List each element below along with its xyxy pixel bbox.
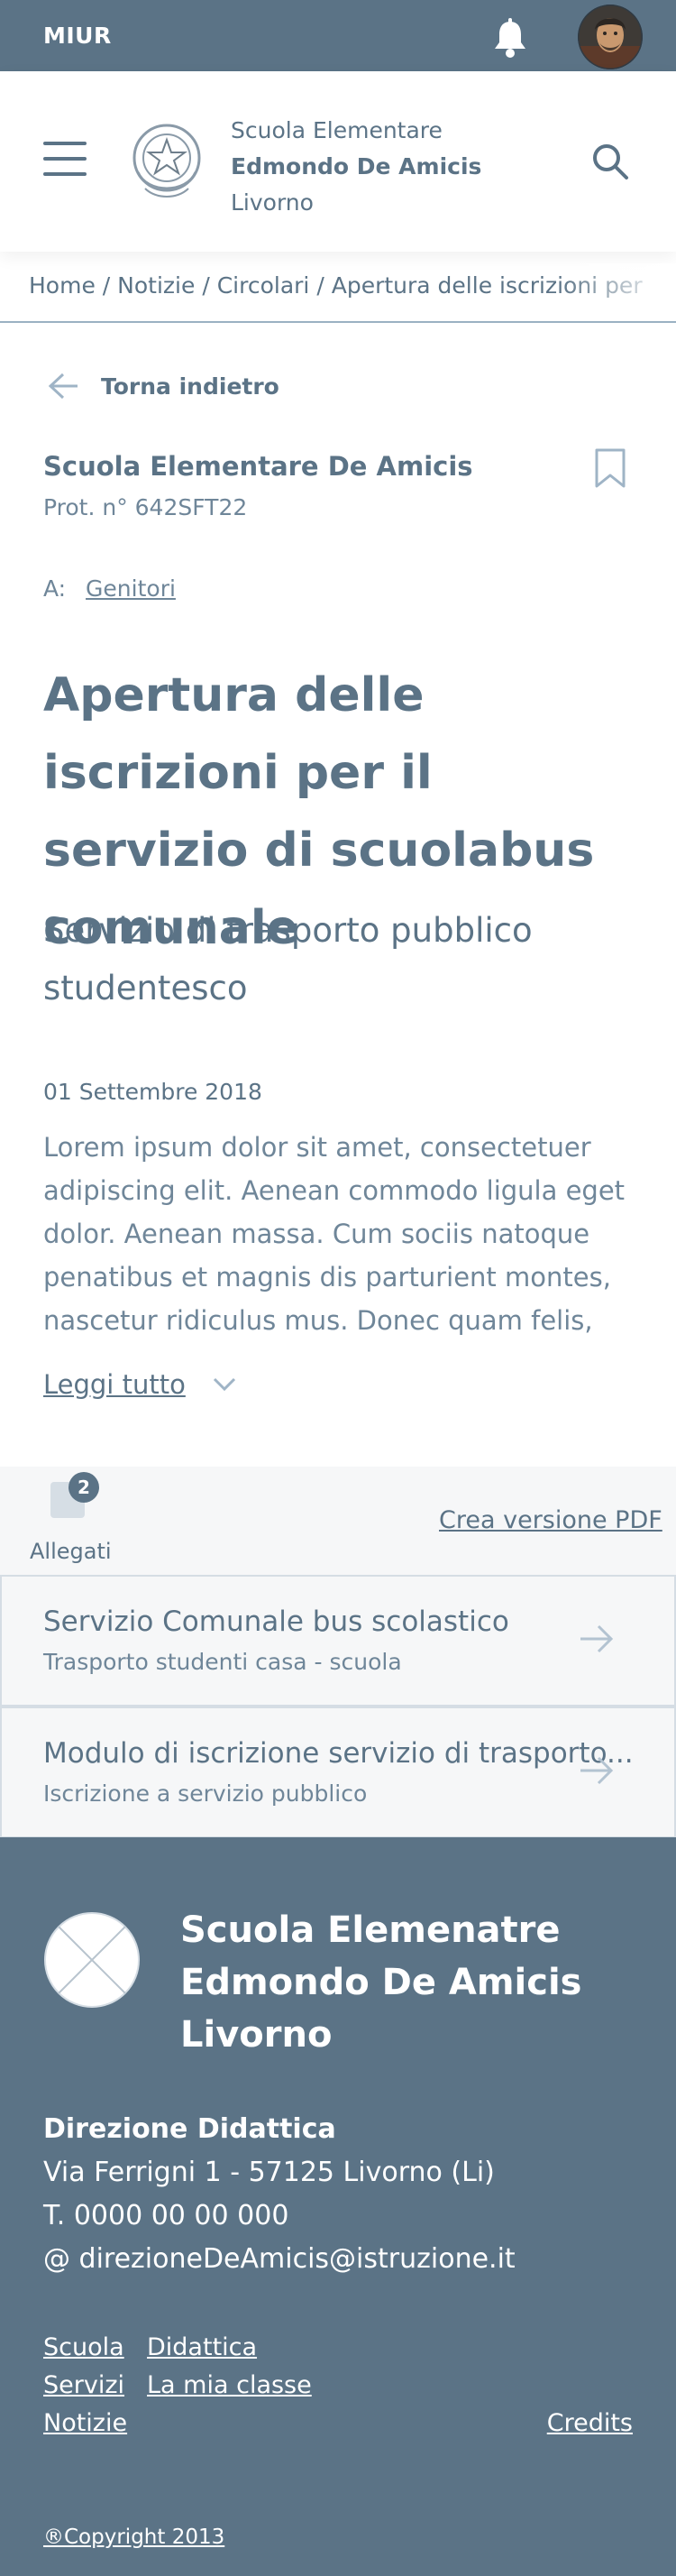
attachment-subtitle: Iscrizione a servizio pubblico bbox=[43, 1780, 368, 1807]
arrow-right-icon bbox=[580, 1624, 614, 1653]
top-bar: MIUR bbox=[0, 0, 676, 71]
arrow-left-icon bbox=[48, 373, 78, 400]
back-label: Torna indietro bbox=[101, 373, 279, 400]
school-name-line2: Edmondo De Amicis bbox=[231, 153, 482, 179]
publication-date: 01 Settembre 2018 bbox=[43, 1079, 262, 1105]
breadcrumb-news[interactable]: Notizie bbox=[117, 272, 195, 299]
recipient-link[interactable]: Genitori bbox=[86, 575, 176, 602]
chevron-down-icon bbox=[213, 1377, 235, 1392]
contacts-phone: T. 0000 00 00 000 bbox=[43, 2200, 289, 2231]
footer-link-servizi[interactable]: Servizi bbox=[43, 2371, 124, 2399]
attachments-count-badge: 2 bbox=[69, 1472, 99, 1503]
school-name-line1: Scuola Elementare bbox=[231, 117, 443, 143]
create-pdf-link[interactable]: Crea versione PDF bbox=[439, 1506, 662, 1534]
breadcrumb-separator: / bbox=[102, 272, 111, 299]
attachment-title: Servizio Comunale bus scolastico bbox=[43, 1605, 509, 1638]
search-icon[interactable] bbox=[590, 142, 630, 181]
breadcrumb-separator: / bbox=[202, 272, 210, 299]
breadcrumb-separator: / bbox=[316, 272, 324, 299]
footer-link-didattica[interactable]: Didattica bbox=[147, 2333, 257, 2361]
copyright-link[interactable]: ®Copyright 2013 bbox=[43, 2525, 224, 2549]
back-link[interactable]: Torna indietro bbox=[47, 372, 279, 400]
republic-emblem bbox=[132, 124, 201, 198]
footer-link-notizie[interactable]: Notizie bbox=[43, 2409, 127, 2437]
brand-label[interactable]: MIUR bbox=[43, 23, 112, 49]
footer-title-line2: Edmondo De Amicis bbox=[180, 1962, 582, 2003]
attachment-subtitle: Trasporto studenti casa - scuola bbox=[43, 1649, 402, 1675]
contacts-heading: Direzione Didattica bbox=[43, 2113, 336, 2145]
footer-school-name: Scuola Elemenatre Edmondo De Amicis Livo… bbox=[180, 1904, 581, 2061]
attachment-item[interactable]: Servizio Comunale bus scolastico Traspor… bbox=[0, 1575, 676, 1707]
divider bbox=[0, 321, 676, 323]
recipient-prefix: A: bbox=[43, 575, 67, 602]
contacts-address: Via Ferrigni 1 - 57125 Livorno (Li) bbox=[43, 2157, 495, 2188]
protocol-number: Prot. n° 642SFT22 bbox=[43, 494, 248, 520]
arrow-right-icon bbox=[580, 1756, 614, 1785]
school-name-line3: Livorno bbox=[231, 189, 314, 216]
logo-placeholder bbox=[44, 1912, 140, 2008]
recipient: A: Genitori bbox=[43, 575, 176, 602]
school-name[interactable]: Scuola Elementare Edmondo De Amicis Livo… bbox=[231, 113, 481, 221]
breadcrumb-home[interactable]: Home bbox=[29, 272, 96, 299]
footer-title-line3: Livorno bbox=[180, 2014, 333, 2056]
footer-link-scuola[interactable]: Scuola bbox=[43, 2333, 124, 2361]
contacts-email[interactable]: @ direzioneDeAmicis@istruzione.it bbox=[43, 2238, 516, 2281]
breadcrumb: Home / Notizie / Circolari / Apertura de… bbox=[29, 272, 651, 299]
bookmark-icon[interactable] bbox=[594, 447, 626, 489]
footer-title-line1: Scuola Elemenatre bbox=[180, 1909, 561, 1951]
body-excerpt: Lorem ipsum dolor sit amet, consectetuer… bbox=[43, 1132, 626, 1336]
site-header: Scuola Elementare Edmondo De Amicis Livo… bbox=[0, 71, 676, 252]
attachment-title: Modulo di iscrizione servizio di traspor… bbox=[43, 1737, 634, 1770]
breadcrumb-fade bbox=[559, 263, 676, 308]
read-more-label: Leggi tutto bbox=[43, 1369, 186, 1400]
bell-icon[interactable] bbox=[487, 14, 534, 61]
footer-link-la-mia-classe[interactable]: La mia classe bbox=[147, 2371, 312, 2399]
sender-name: Scuola Elementare De Amicis bbox=[43, 451, 473, 482]
footer-link-credits[interactable]: Credits bbox=[547, 2409, 633, 2437]
footer-contacts: Direzione Didattica Via Ferrigni 1 - 571… bbox=[43, 2108, 516, 2281]
attachment-item[interactable]: Modulo di iscrizione servizio di traspor… bbox=[0, 1707, 676, 1838]
read-more-toggle[interactable]: Leggi tutto bbox=[43, 1369, 236, 1400]
breadcrumb-circulars[interactable]: Circolari bbox=[217, 272, 310, 299]
user-avatar[interactable] bbox=[578, 5, 643, 69]
page-subtitle: Servizio di trasporto pubblico studentes… bbox=[43, 911, 533, 1007]
hamburger-icon[interactable] bbox=[43, 142, 87, 176]
attachments-label: Allegati bbox=[30, 1539, 112, 1564]
site-footer: Scuola Elemenatre Edmondo De Amicis Livo… bbox=[0, 1837, 676, 2576]
